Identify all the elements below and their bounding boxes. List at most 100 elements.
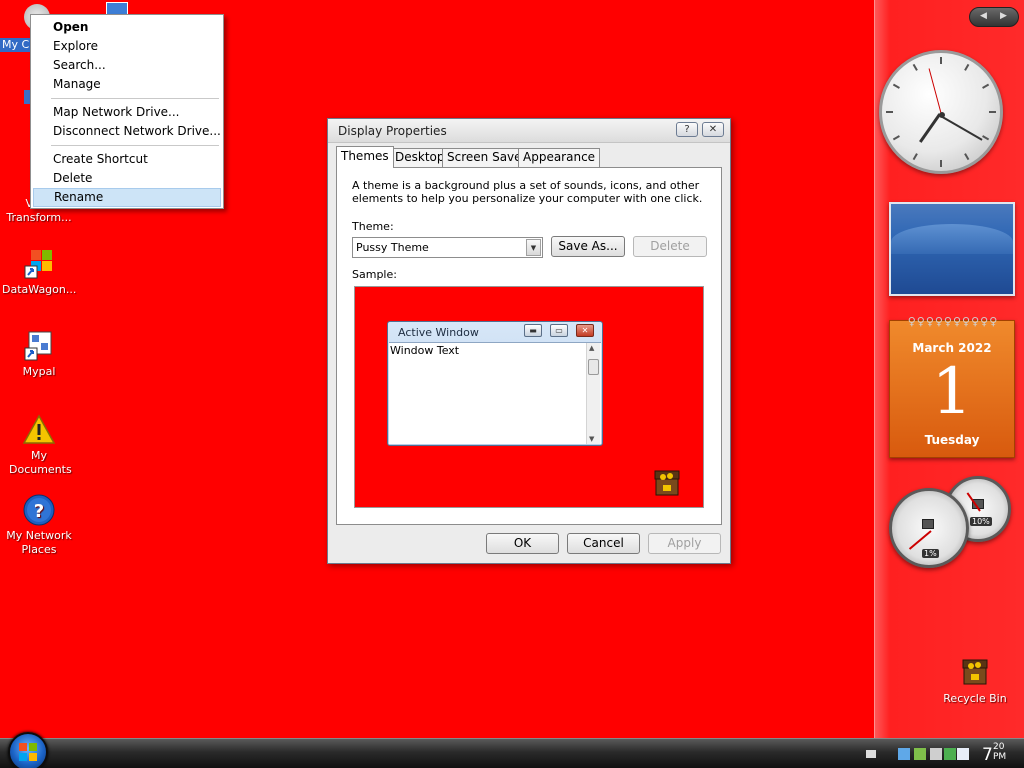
slideshow-gadget[interactable]: [889, 202, 1015, 296]
theme-sample-preview: Active Window ▬ ▭ ✕ Window Text ▲ ▼: [354, 286, 704, 508]
cpu-gauge-needle: [908, 530, 932, 550]
delete-button[interactable]: Delete: [633, 236, 707, 257]
desktop-icon-mypal[interactable]: Mypal: [0, 330, 78, 379]
sample-label: Sample:: [352, 268, 397, 281]
volume-icon[interactable]: [930, 748, 942, 760]
ok-button[interactable]: OK: [486, 533, 559, 554]
sample-window-title: Active Window: [398, 326, 479, 339]
chevron-right-icon[interactable]: ▶: [1000, 11, 1007, 21]
menu-item-create-shortcut[interactable]: Create Shortcut: [33, 150, 221, 169]
context-menu: Open Explore Search... Manage Map Networ…: [30, 14, 224, 209]
cpu-gauge[interactable]: 1%: [889, 488, 969, 568]
scroll-down-icon: ▼: [589, 435, 595, 443]
clock-tick: [940, 57, 942, 64]
clock-tick: [982, 135, 990, 141]
display-icon[interactable]: [957, 748, 969, 760]
network-icon[interactable]: [898, 748, 910, 760]
clock-minute-hand: [940, 115, 983, 141]
clock-tick: [964, 63, 970, 71]
windows-sidebar: ◀ ▶ ♀♀♀♀♀♀♀♀♀♀ March 2022 1 Tuesday 10%: [874, 0, 1024, 738]
svg-text:?: ?: [34, 501, 44, 522]
clock-gadget[interactable]: [879, 50, 1003, 174]
taskbar-clock-hour[interactable]: 7: [982, 745, 993, 765]
clock-tick: [940, 160, 942, 167]
theme-label: Theme:: [352, 220, 394, 233]
clock-tick: [964, 153, 970, 161]
clock-tick: [989, 111, 996, 113]
close-icon: ✕: [576, 324, 594, 337]
sample-scrollbar: ▲ ▼: [586, 343, 600, 444]
theme-description: A theme is a background plus a set of so…: [352, 179, 703, 205]
maximize-icon: ▭: [550, 324, 568, 337]
display-properties-dialog: Display Properties ? ✕ Themes Desktop Sc…: [327, 118, 731, 564]
dialog-titlebar[interactable]: Display Properties ? ✕: [328, 119, 730, 143]
clock-second-hand: [928, 68, 942, 115]
taskbar-clock-minute-block[interactable]: 20 PM: [993, 742, 1006, 762]
theme-select[interactable]: Pussy Theme ▼: [352, 237, 543, 258]
clock-tick: [892, 135, 900, 141]
calendar-month: March 2022: [912, 341, 992, 355]
desktop-icon-label: Mypal: [22, 365, 56, 378]
desktop-icon-datawagon[interactable]: DataWagon...: [0, 248, 78, 297]
clock-tick: [886, 111, 893, 113]
menu-separator: [51, 145, 219, 146]
slideshow-image: [891, 224, 1013, 254]
desktop-icon-my-documents[interactable]: My Documents: [0, 414, 78, 477]
tab-desktop[interactable]: Desktop: [390, 148, 450, 167]
taskbar: 7 20 PM: [0, 732, 1024, 768]
menu-item-rename[interactable]: Rename: [33, 188, 221, 207]
tab-appearance[interactable]: Appearance: [518, 148, 601, 167]
save-as-button[interactable]: Save As...: [551, 236, 625, 257]
menu-item-search[interactable]: Search...: [33, 56, 221, 75]
taskbar-clock-ampm: PM: [993, 752, 1007, 762]
tab-themes[interactable]: Themes: [336, 146, 394, 168]
cpu-icon: [922, 519, 934, 529]
menu-item-manage[interactable]: Manage: [33, 75, 221, 94]
desktop-icon-label: My Network Places: [6, 529, 72, 556]
desktop-icon-recycle-bin[interactable]: Recycle Bin: [940, 656, 1010, 705]
menu-item-delete[interactable]: Delete: [33, 169, 221, 188]
help-button[interactable]: ?: [676, 122, 698, 137]
windows-flag-shortcut-icon: [24, 250, 52, 279]
clock-tick: [912, 153, 918, 161]
theme-select-value: Pussy Theme: [356, 241, 429, 254]
desktop-icon-label: My C: [0, 38, 32, 52]
mypal-shortcut-icon: [24, 331, 52, 361]
sidebar-nav-control[interactable]: ◀ ▶: [969, 7, 1019, 27]
desktop-icon-label: Recycle Bin: [943, 692, 1007, 705]
menu-item-explore[interactable]: Explore: [33, 37, 221, 56]
recycle-bin-icon: [654, 470, 680, 496]
update-icon[interactable]: [914, 748, 926, 760]
keyboard-icon[interactable]: [866, 750, 876, 758]
help-icon: ?: [23, 494, 55, 526]
cancel-button[interactable]: Cancel: [567, 533, 640, 554]
security-icon[interactable]: [944, 748, 956, 760]
windows-logo-icon: [19, 743, 37, 761]
themes-panel: A theme is a background plus a set of so…: [336, 167, 722, 525]
desktop-icon-my-network-places[interactable]: ? My Network Places: [0, 494, 78, 557]
warning-icon: [23, 414, 55, 444]
menu-item-disconnect-network-drive[interactable]: Disconnect Network Drive...: [33, 122, 221, 141]
menu-item-open[interactable]: Open: [33, 18, 221, 37]
memory-gauge-value: 10%: [970, 517, 992, 526]
clock-center: [939, 112, 945, 118]
recycle-bin-icon: [962, 659, 988, 685]
clock-tick: [982, 83, 990, 89]
close-button[interactable]: ✕: [702, 122, 724, 137]
scroll-thumb: [588, 359, 599, 375]
clock-tick: [892, 83, 900, 89]
scroll-up-icon: ▲: [589, 344, 595, 352]
dialog-title: Display Properties: [338, 124, 447, 138]
clock-tick: [912, 63, 918, 71]
calendar-day: 1: [931, 355, 973, 429]
menu-separator: [51, 98, 219, 99]
calendar-gadget[interactable]: ♀♀♀♀♀♀♀♀♀♀ March 2022 1 Tuesday: [889, 315, 1015, 458]
taskbar-clock-minute: 20: [993, 742, 1005, 752]
menu-item-map-network-drive[interactable]: Map Network Drive...: [33, 103, 221, 122]
chevron-down-icon[interactable]: ▼: [526, 239, 541, 256]
apply-button[interactable]: Apply: [648, 533, 721, 554]
chevron-left-icon[interactable]: ◀: [980, 11, 987, 21]
sample-window-text: Window Text: [390, 344, 460, 357]
start-button[interactable]: [8, 732, 48, 768]
desktop-icon-label: My Documents: [9, 449, 72, 476]
